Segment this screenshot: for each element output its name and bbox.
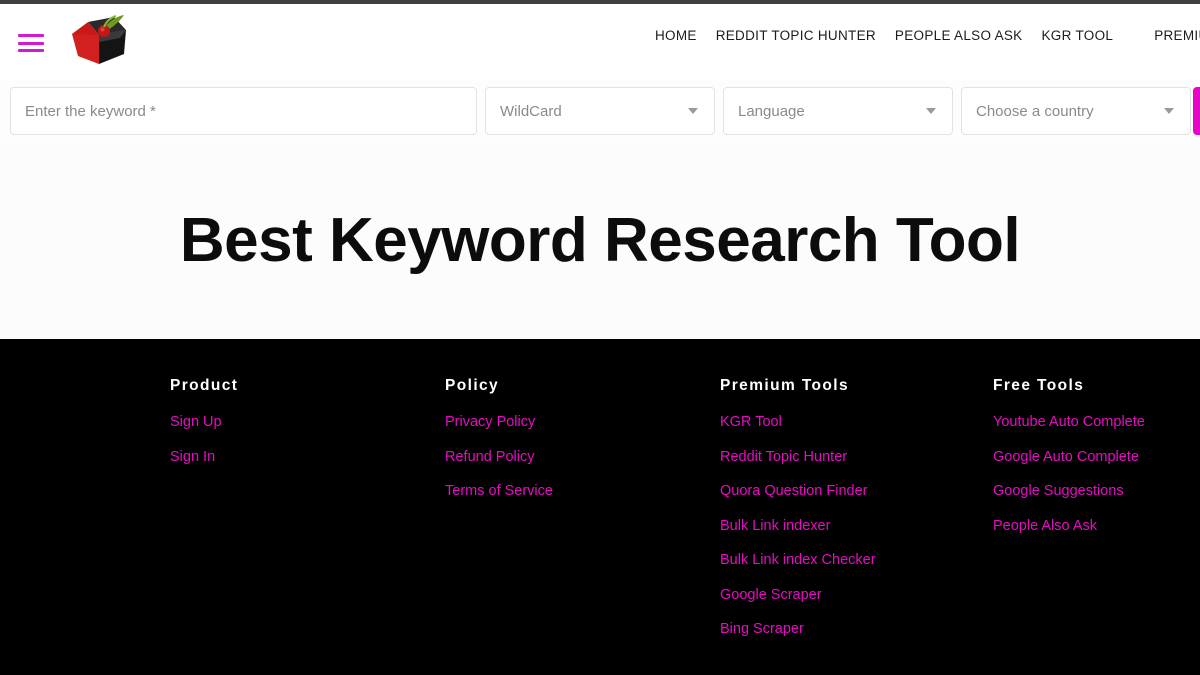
footer-link-kgr-tool[interactable]: KGR Tool [720,414,993,430]
country-select[interactable]: Choose a country [961,87,1191,135]
footer-link-refund-policy[interactable]: Refund Policy [445,449,720,465]
footer-link-terms-of-service[interactable]: Terms of Service [445,483,720,499]
language-select-label: Language [738,102,805,120]
site-footer: Product Sign Up Sign In Policy Privacy P… [0,339,1200,675]
page-root: HOME REDDIT TOPIC HUNTER PEOPLE ALSO ASK… [0,0,1200,675]
nav-item-home[interactable]: HOME [655,28,697,43]
nav-item-premium-tools[interactable]: PREMIUM TOO [1154,28,1200,43]
footer-link-sign-in[interactable]: Sign In [170,449,445,465]
nav-item-reddit-topic-hunter[interactable]: REDDIT TOPIC HUNTER [716,28,876,43]
wildcard-select[interactable]: WildCard [485,87,715,135]
wildcard-select-label: WildCard [500,102,562,120]
footer-column-product: Product Sign Up Sign In [170,377,445,656]
footer-heading-premium-tools: Premium Tools [720,377,850,394]
keyword-input[interactable]: Enter the keyword * [10,87,477,135]
nav-item-kgr-tool[interactable]: KGR TOOL [1042,28,1114,43]
chevron-down-icon [926,108,936,114]
footer-link-google-scraper[interactable]: Google Scraper [720,587,993,603]
footer-link-sign-up[interactable]: Sign Up [170,414,445,430]
hero-section: Best Keyword Research Tool [0,142,1200,339]
language-select[interactable]: Language [723,87,953,135]
site-logo[interactable] [68,14,130,70]
keyword-input-placeholder: Enter the keyword * [25,102,156,120]
footer-link-quora-question-finder[interactable]: Quora Question Finder [720,483,993,499]
footer-column-free-tools: Free Tools Youtube Auto Complete Google … [993,377,1200,656]
footer-heading-product: Product [170,377,239,394]
footer-link-people-also-ask[interactable]: People Also Ask [993,518,1200,534]
hamburger-line [18,49,44,52]
nav-item-people-also-ask[interactable]: PEOPLE ALSO ASK [895,28,1023,43]
footer-link-bulk-link-indexer[interactable]: Bulk Link indexer [720,518,993,534]
cube-logo-icon [72,15,126,64]
footer-column-policy: Policy Privacy Policy Refund Policy Term… [445,377,720,656]
search-submit-button[interactable] [1193,87,1200,135]
footer-link-bulk-link-index-checker[interactable]: Bulk Link index Checker [720,552,993,568]
footer-columns: Product Sign Up Sign In Policy Privacy P… [0,377,1200,656]
footer-link-youtube-auto-complete[interactable]: Youtube Auto Complete [993,414,1200,430]
hamburger-line [18,34,44,37]
footer-link-privacy-policy[interactable]: Privacy Policy [445,414,720,430]
site-header: HOME REDDIT TOPIC HUNTER PEOPLE ALSO ASK… [0,4,1200,80]
page-title: Best Keyword Research Tool [179,205,1021,275]
country-select-label: Choose a country [976,102,1094,120]
footer-link-google-auto-complete[interactable]: Google Auto Complete [993,449,1200,465]
main-navigation: HOME REDDIT TOPIC HUNTER PEOPLE ALSO ASK… [655,28,1200,43]
footer-column-premium-tools: Premium Tools KGR Tool Reddit Topic Hunt… [720,377,993,656]
search-toolbar: Enter the keyword * WildCard Language Ch… [0,80,1200,142]
footer-link-reddit-topic-hunter[interactable]: Reddit Topic Hunter [720,449,993,465]
chevron-down-icon [1164,108,1174,114]
chevron-down-icon [688,108,698,114]
hamburger-line [18,41,44,45]
footer-link-google-suggestions[interactable]: Google Suggestions [993,483,1200,499]
footer-heading-policy: Policy [445,377,500,394]
hamburger-menu-icon[interactable] [18,34,44,52]
footer-link-bing-scraper[interactable]: Bing Scraper [720,621,993,637]
footer-heading-free-tools: Free Tools [993,377,1085,394]
